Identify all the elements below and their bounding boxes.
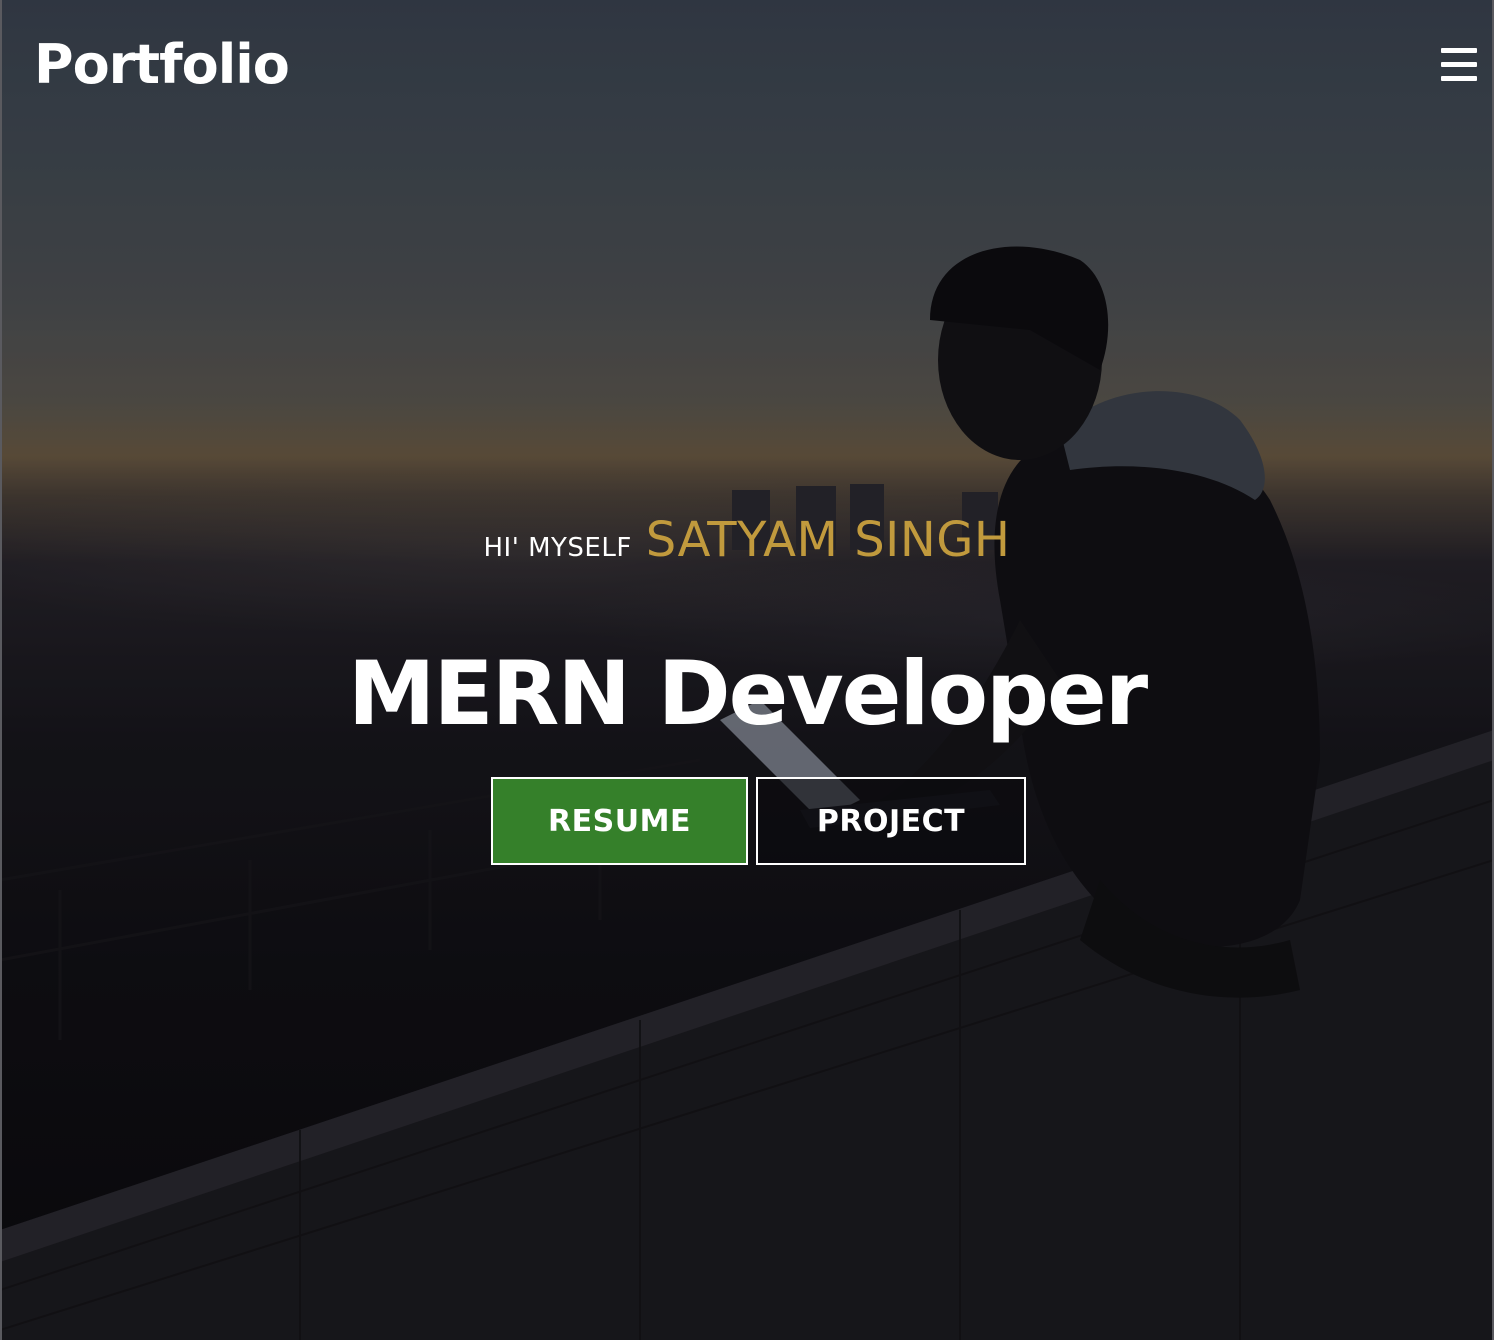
name-text: SATYAM SINGH bbox=[645, 512, 1011, 568]
resume-button[interactable]: RESUME bbox=[491, 777, 748, 865]
hero-section: Portfolio HI' MYSELF SATYAM SINGH MERN De… bbox=[0, 0, 1494, 1340]
brand-logo[interactable]: Portfolio bbox=[34, 38, 290, 92]
intro-line: HI' MYSELF SATYAM SINGH bbox=[0, 512, 1494, 568]
greeting-text: HI' MYSELF bbox=[483, 533, 632, 563]
project-button[interactable]: PROJECT bbox=[756, 777, 1026, 865]
hamburger-menu-icon[interactable] bbox=[1441, 48, 1477, 82]
role-title: MERN Developer bbox=[347, 642, 1148, 745]
